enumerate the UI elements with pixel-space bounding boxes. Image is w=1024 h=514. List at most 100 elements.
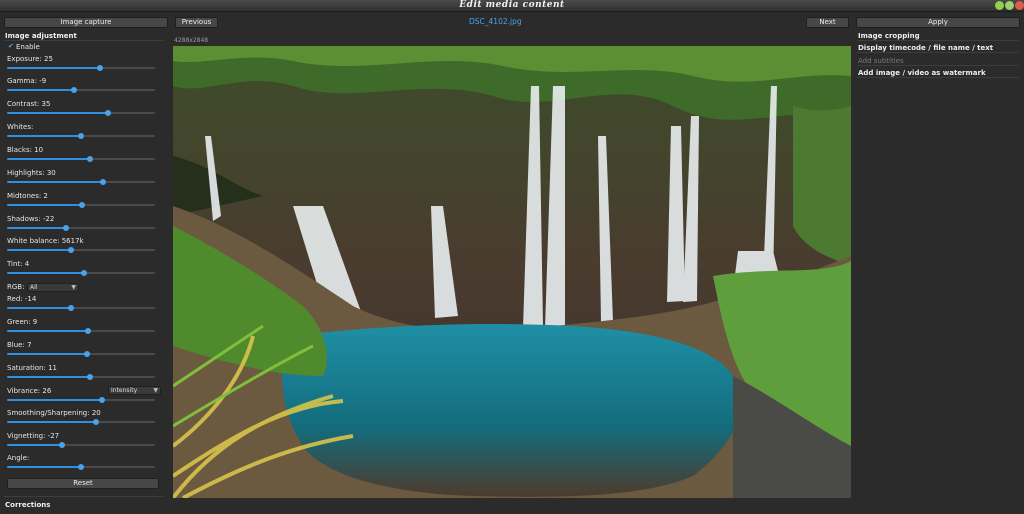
reset-button[interactable]: Reset (7, 478, 159, 489)
image-dimensions: 4288x2848 (174, 37, 209, 44)
shadows-label: Shadows: -22 (7, 215, 55, 223)
image-capture-button[interactable]: Image capture (4, 17, 168, 28)
exposure-slider-fill (7, 67, 101, 69)
contrast-slider-handle[interactable] (104, 110, 111, 116)
smoothing-sharpening-slider-fill (7, 421, 96, 423)
file-name: DSC_4102.jpg (469, 17, 522, 26)
preview-area: 4288x2848 (170, 31, 853, 514)
midtones-label: Midtones: 2 (7, 192, 48, 200)
green-slider-fill (7, 330, 89, 332)
corrections-title: Corrections (5, 501, 51, 509)
green-slider-handle[interactable] (85, 328, 92, 334)
waterfall-photo (173, 46, 851, 498)
gamma-slider-handle[interactable] (70, 87, 77, 93)
divider (4, 496, 164, 497)
angle-slider-fill (7, 466, 81, 468)
tools-panel: Image cropping Display timecode / file n… (855, 31, 1024, 514)
rgb-label: RGB: (7, 283, 25, 291)
chevron-down-icon: ▼ (153, 387, 158, 394)
vignetting-slider[interactable] (7, 442, 155, 448)
red-label: Red: -14 (7, 295, 37, 303)
vignetting-slider-handle[interactable] (58, 442, 65, 448)
blacks-label: Blacks: 10 (7, 146, 44, 154)
saturation-slider-fill (7, 376, 90, 378)
green-slider[interactable] (7, 328, 155, 334)
white-balance-slider[interactable] (7, 247, 155, 253)
whites-slider[interactable] (7, 133, 155, 139)
blacks-slider-handle[interactable] (86, 156, 93, 162)
blue-slider-fill (7, 353, 87, 355)
smoothing-sharpening-slider[interactable] (7, 419, 155, 425)
highlights-slider-handle[interactable] (100, 179, 107, 185)
shadows-slider-handle[interactable] (63, 225, 70, 231)
add-subtitles-item: Add subtitles (858, 57, 904, 65)
window-title: Edit media content (459, 0, 565, 10)
blacks-slider[interactable] (7, 156, 155, 162)
gamma-label: Gamma: -9 (7, 77, 47, 85)
saturation-label: Saturation: 11 (7, 364, 57, 372)
rgb-channel-select[interactable]: All ▼ (27, 283, 79, 292)
red-slider-handle[interactable] (67, 305, 74, 311)
divider (4, 40, 164, 41)
rgb-channel-value: All (30, 284, 38, 291)
shadows-slider-fill (7, 227, 67, 229)
chevron-down-icon: ▼ (71, 284, 76, 291)
white-balance-slider-handle[interactable] (67, 247, 74, 253)
vibrance-slider-fill (7, 399, 102, 401)
enable-label: Enable (16, 43, 40, 51)
saturation-slider[interactable] (7, 374, 155, 380)
angle-slider-handle[interactable] (78, 464, 84, 470)
enable-checkbox[interactable]: ✔ (8, 43, 14, 50)
image-cropping-item[interactable]: Image cropping (858, 32, 920, 40)
highlights-slider[interactable] (7, 179, 155, 185)
whites-slider-fill (7, 135, 81, 137)
vignetting-slider-fill (7, 444, 62, 446)
shadows-slider[interactable] (7, 225, 155, 231)
divider (857, 52, 1019, 53)
midtones-slider-fill (7, 204, 83, 206)
previous-button[interactable]: Previous (175, 17, 218, 28)
white-balance-slider-fill (7, 249, 71, 251)
image-adjustment-panel: Image adjustment ✔ Enable RGB: All ▼ Int… (0, 31, 168, 514)
midtones-slider[interactable] (7, 202, 155, 208)
exposure-label: Exposure: 25 (7, 55, 53, 63)
apply-button[interactable]: Apply (856, 17, 1020, 28)
highlights-slider-fill (7, 181, 104, 183)
saturation-slider-handle[interactable] (86, 374, 93, 380)
add-watermark-item[interactable]: Add image / video as watermark (858, 69, 986, 77)
minimize-icon[interactable] (995, 1, 1004, 10)
red-slider[interactable] (7, 305, 155, 311)
divider (857, 77, 1019, 78)
whites-slider-handle[interactable] (78, 133, 84, 139)
exposure-slider[interactable] (7, 65, 155, 71)
midtones-slider-handle[interactable] (79, 202, 86, 208)
gamma-slider-fill (7, 89, 74, 91)
vibrance-mode-select[interactable]: Intensity ▼ (108, 386, 161, 395)
tint-slider-handle[interactable] (80, 270, 87, 276)
whites-label: Whites: (7, 123, 34, 131)
contrast-slider[interactable] (7, 110, 155, 116)
blue-slider-handle[interactable] (83, 351, 90, 357)
red-slider-fill (7, 307, 71, 309)
vibrance-slider[interactable] (7, 397, 155, 403)
angle-slider[interactable] (7, 464, 155, 470)
green-label: Green: 9 (7, 318, 38, 326)
close-icon[interactable] (1015, 1, 1024, 10)
maximize-icon[interactable] (1005, 1, 1014, 10)
next-button[interactable]: Next (806, 17, 849, 28)
smoothing-sharpening-slider-handle[interactable] (92, 419, 99, 425)
contrast-label: Contrast: 35 (7, 100, 51, 108)
divider (857, 65, 1019, 66)
tint-label: Tint: 4 (7, 260, 30, 268)
vignetting-label: Vignetting: -27 (7, 432, 60, 440)
tint-slider[interactable] (7, 270, 155, 276)
blue-label: Blue: 7 (7, 341, 32, 349)
preview-image (173, 46, 851, 498)
exposure-slider-handle[interactable] (97, 65, 104, 71)
white-balance-label: White balance: 5617k (7, 237, 84, 245)
vibrance-slider-handle[interactable] (98, 397, 105, 403)
display-timecode-item[interactable]: Display timecode / file name / text (858, 44, 993, 52)
gamma-slider[interactable] (7, 87, 155, 93)
highlights-label: Highlights: 30 (7, 169, 56, 177)
blue-slider[interactable] (7, 351, 155, 357)
